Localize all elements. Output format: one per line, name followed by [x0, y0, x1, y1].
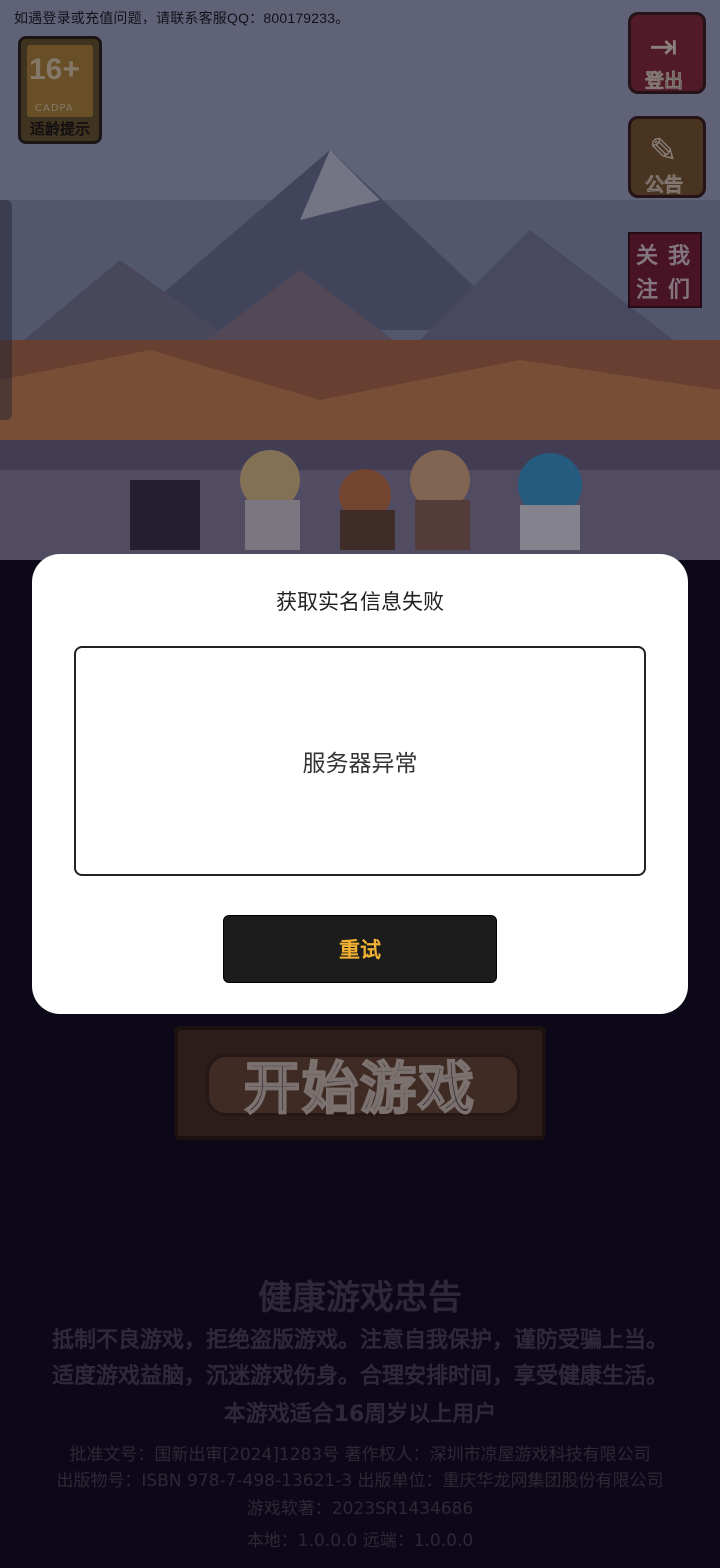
dialog-message-box: 服务器异常	[74, 646, 646, 876]
dialog-message: 服务器异常	[302, 751, 418, 777]
dialog-title: 获取实名信息失败	[276, 590, 444, 614]
error-dialog: 获取实名信息失败 服务器异常 重试	[32, 554, 688, 1014]
retry-label: 重试	[339, 938, 381, 962]
retry-button[interactable]: 重试	[223, 915, 497, 983]
